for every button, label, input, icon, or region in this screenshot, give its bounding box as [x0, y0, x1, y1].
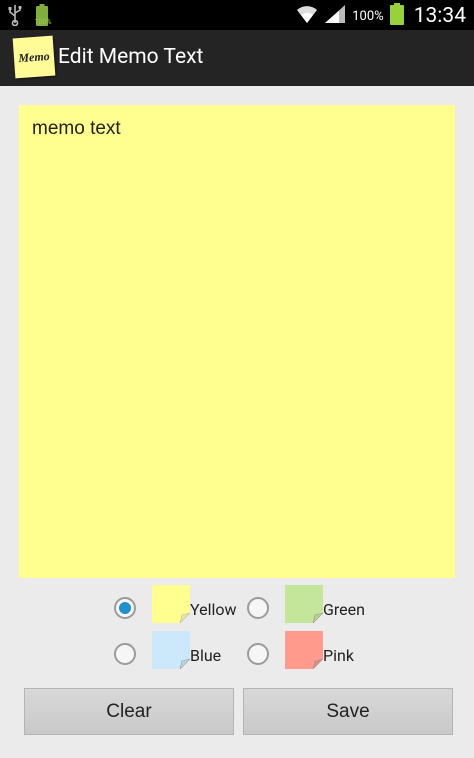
page-title: Edit Memo Text [58, 45, 204, 69]
radio-blue[interactable] [114, 643, 136, 665]
usb-icon [8, 4, 22, 27]
battery-icon [389, 3, 404, 29]
status-bar-notifications: 100% [8, 4, 51, 27]
color-label-pink: Pink [323, 646, 354, 665]
clock: 13:34 [413, 4, 466, 28]
green-note-icon [285, 585, 324, 624]
battery-notification-label: 100% [34, 18, 52, 26]
radio-green[interactable] [247, 597, 269, 619]
yellow-note-icon [152, 585, 191, 624]
radio-yellow[interactable] [114, 597, 136, 619]
color-label-green: Green [323, 600, 365, 619]
save-button[interactable]: Save [243, 688, 453, 735]
signal-icon [324, 4, 346, 28]
wifi-icon [296, 4, 318, 28]
action-bar: Memo Edit Memo Text [0, 30, 474, 86]
blue-note-icon [152, 631, 191, 670]
battery-notification-icon: 100% [35, 4, 51, 26]
color-label-yellow: Yellow [190, 600, 237, 619]
status-bar: 100% 100% 13:34 [0, 0, 474, 30]
clear-button[interactable]: Clear [24, 688, 234, 735]
status-bar-system: 100% 13:34 [296, 3, 466, 29]
app-icon[interactable]: Memo [12, 35, 56, 79]
pink-note-icon [285, 631, 324, 670]
color-label-blue: Blue [190, 646, 222, 665]
radio-pink[interactable] [247, 643, 269, 665]
memo-text-input[interactable]: memo text [19, 105, 455, 578]
battery-percent: 100% [352, 8, 384, 24]
app-icon-text: Memo [17, 48, 51, 65]
